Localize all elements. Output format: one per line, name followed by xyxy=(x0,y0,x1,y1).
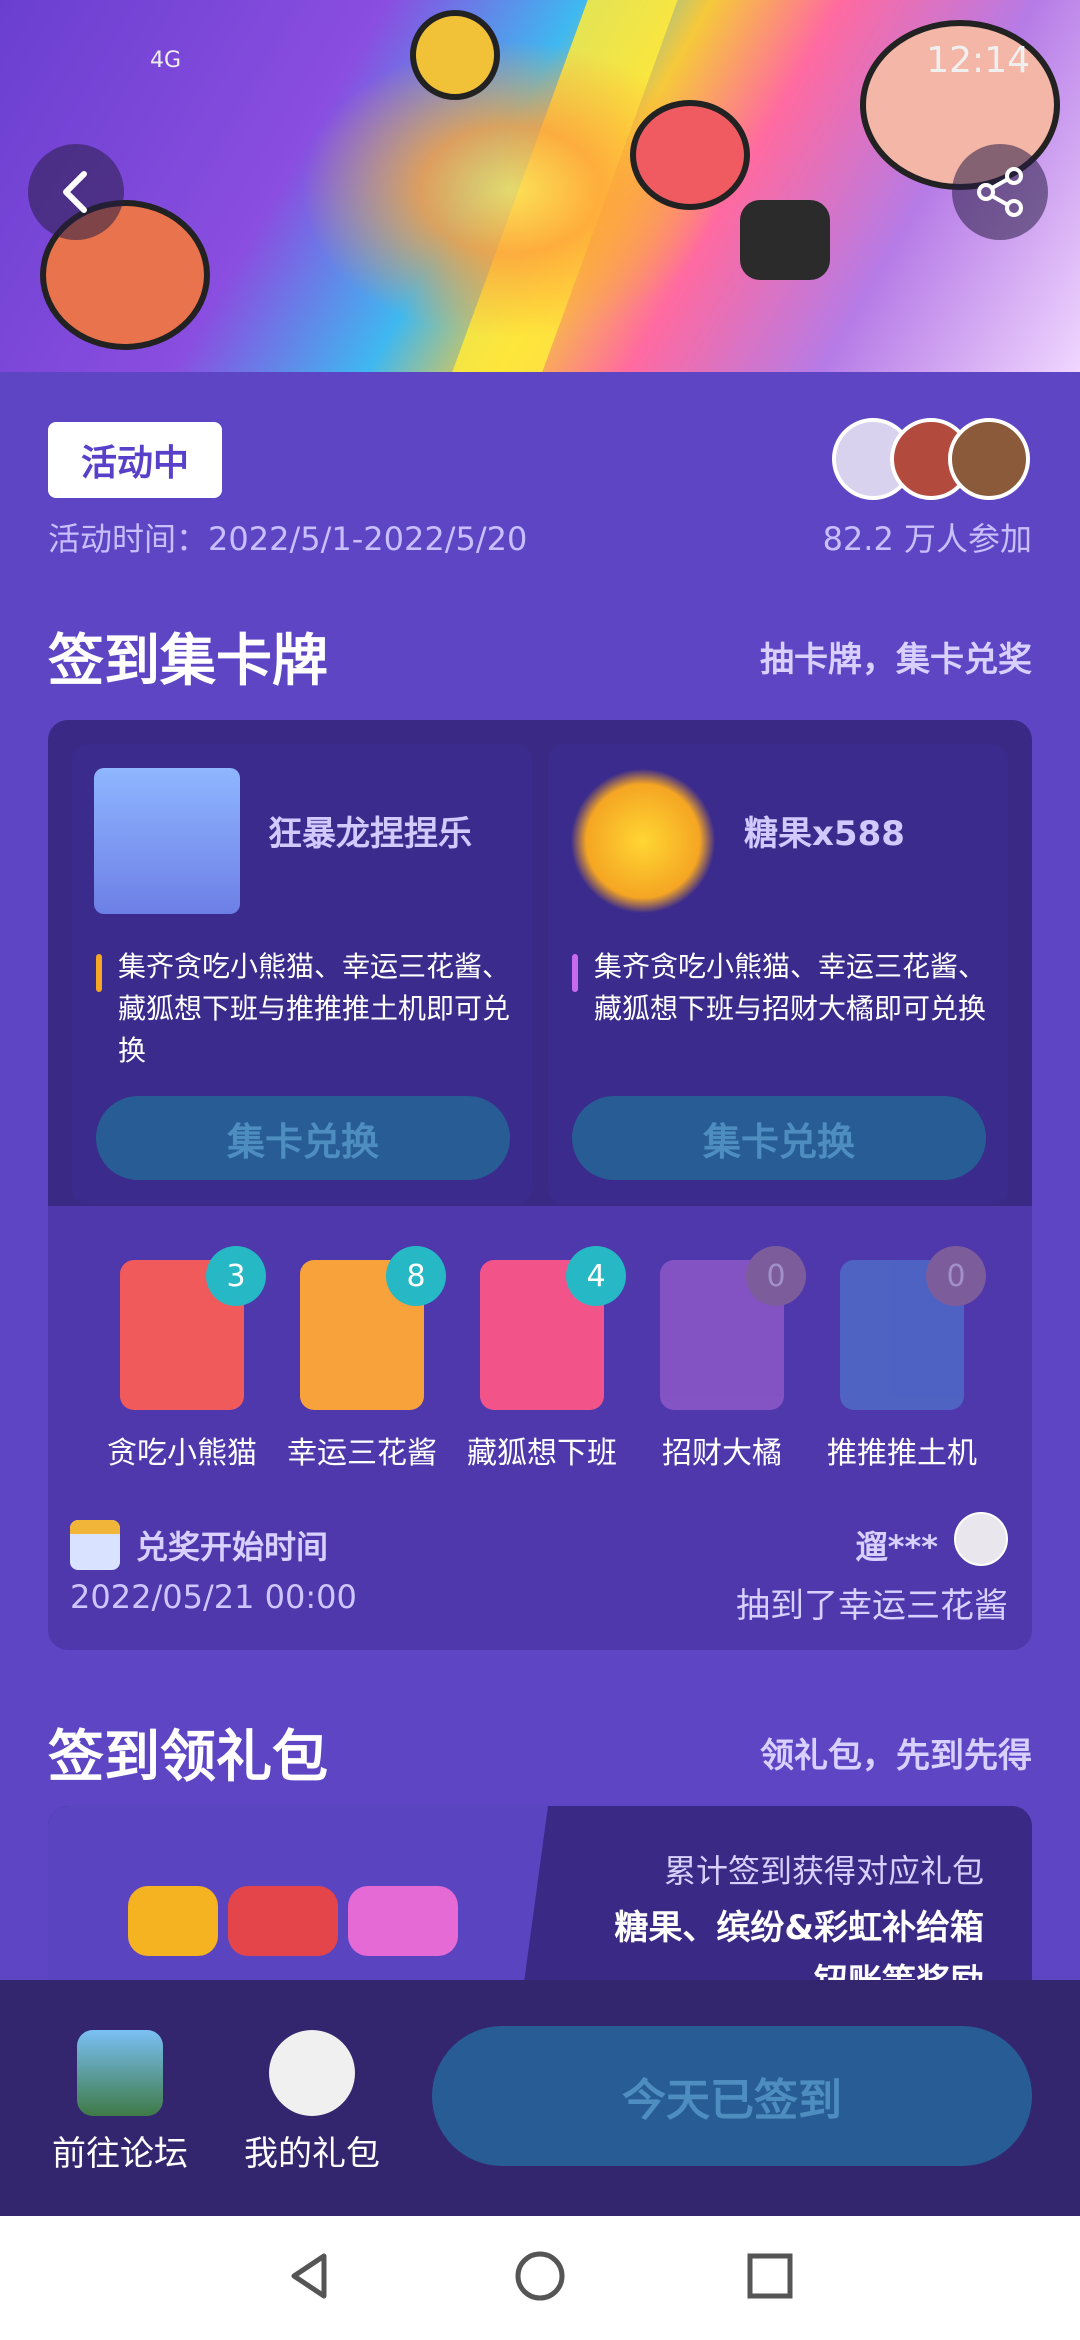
card-tibetan-fox[interactable]: 4 藏狐想下班 xyxy=(467,1246,626,1471)
calendar-icon xyxy=(70,1520,120,1570)
participant-avatars[interactable] xyxy=(832,418,1032,500)
reward-description: 集齐贪吃小熊猫、幸运三花酱、藏狐想下班与推推推土机即可兑换 xyxy=(118,950,511,1067)
bottom-action-bar: 前往论坛 我的礼包 今天已签到 xyxy=(0,1980,1080,2216)
share-button[interactable] xyxy=(952,144,1048,240)
checked-in-button[interactable]: 今天已签到 xyxy=(432,2026,1032,2166)
back-button[interactable] xyxy=(28,144,124,240)
reward-title: 糖果x588 xyxy=(744,814,905,854)
network-indicator: 4G xyxy=(150,48,182,73)
gift-bag-icon xyxy=(269,2030,355,2116)
activity-status-badge: 活动中 xyxy=(48,422,222,498)
reward-title: 狂暴龙捏捏乐 xyxy=(268,814,472,854)
redeem-button[interactable]: 集卡兑换 xyxy=(572,1096,986,1180)
my-gifts-link[interactable]: 我的礼包 xyxy=(232,2030,392,2175)
card-count-badge: 3 xyxy=(206,1246,266,1306)
card-count-badge: 0 xyxy=(746,1246,806,1306)
forum-label: 前往论坛 xyxy=(52,2134,188,2174)
card-label: 推推推土机 xyxy=(827,1436,977,1471)
card-label: 幸运三花酱 xyxy=(287,1436,437,1471)
card-bulldozer[interactable]: 0 推推推土机 xyxy=(827,1246,986,1471)
card-orange-cat[interactable]: 0 招财大橘 xyxy=(660,1246,806,1471)
clock: 12:14 xyxy=(926,40,1030,81)
redeem-button[interactable]: 集卡兑换 xyxy=(96,1096,510,1180)
card-calico-cat[interactable]: 8 幸运三花酱 xyxy=(287,1246,446,1471)
redeem-label: 兑奖开始时间 xyxy=(136,1528,329,1566)
dinosaur-toy-image xyxy=(94,768,240,914)
redeem-value: 2022/05/21 00:00 xyxy=(70,1578,357,1616)
nav-home-icon[interactable] xyxy=(508,2244,572,2308)
my-gifts-label: 我的礼包 xyxy=(244,2134,380,2174)
rainbow-box-icon xyxy=(348,1886,458,1956)
card-list: 3 贪吃小熊猫 8 幸运三花酱 4 藏狐想下班 0 招财大橘 0 推推推土机 xyxy=(48,1246,1032,1480)
card-image: 3 xyxy=(120,1246,266,1410)
activity-time: 活动时间：2022/5/1-2022/5/20 xyxy=(48,520,528,558)
card-red-panda[interactable]: 3 贪吃小熊猫 xyxy=(107,1246,266,1471)
candy-pile-image xyxy=(570,768,716,914)
share-icon xyxy=(977,167,1023,217)
section-subtitle-cards: 抽卡牌，集卡兑奖 xyxy=(760,640,1032,680)
section-subtitle-gifts: 领礼包，先到先得 xyxy=(760,1736,1032,1776)
computer-prop xyxy=(740,200,830,280)
gift-description: 累计签到获得对应礼包 xyxy=(663,1852,984,1890)
gift-items-text: 糖果、缤纷&彩虹补给箱 xyxy=(614,1908,984,1948)
card-image: 8 xyxy=(300,1246,446,1410)
winner-name: 遛*** xyxy=(855,1528,938,1566)
card-image: 4 xyxy=(480,1246,626,1410)
winner-message: 抽到了幸运三花酱 xyxy=(736,1586,1008,1626)
cat-character xyxy=(630,100,750,210)
card-count-badge: 0 xyxy=(926,1246,986,1306)
reward-candy: 糖果x588 集齐贪吃小熊猫、幸运三花酱、藏狐想下班与招财大橘即可兑换 集卡兑换 xyxy=(548,744,1008,1204)
avatar xyxy=(948,418,1030,500)
candy-icon xyxy=(128,1886,218,1956)
card-image: 0 xyxy=(840,1246,986,1410)
gift-items xyxy=(128,1886,468,1966)
status-bar: 4G 12:14 xyxy=(0,40,1080,90)
forum-link[interactable]: 前往论坛 xyxy=(40,2030,200,2175)
hero-banner: 4G 12:14 xyxy=(0,0,1080,372)
reward-description: 集齐贪吃小熊猫、幸运三花酱、藏狐想下班与招财大橘即可兑换 xyxy=(594,950,987,1025)
card-count-badge: 8 xyxy=(386,1246,446,1306)
reward-dinosaur: 狂暴龙捏捏乐 集齐贪吃小熊猫、幸运三花酱、藏狐想下班与推推推土机即可兑换 集卡兑… xyxy=(72,744,532,1204)
chevron-left-icon xyxy=(63,171,87,213)
rewards-area: 狂暴龙捏捏乐 集齐贪吃小熊猫、幸运三花酱、藏狐想下班与推推推土机即可兑换 集卡兑… xyxy=(48,720,1032,1206)
forum-icon xyxy=(77,2030,163,2116)
card-label: 贪吃小熊猫 xyxy=(107,1436,257,1471)
gift-pack-panel: 累计签到获得对应礼包 糖果、缤纷&彩虹补给箱 钮账等奖励 xyxy=(48,1806,1032,1990)
section-title-cards: 签到集卡牌 xyxy=(48,629,328,694)
system-navigation-bar xyxy=(0,2216,1080,2340)
card-image: 0 xyxy=(660,1246,806,1410)
accent-bar xyxy=(572,954,578,992)
card-count-badge: 4 xyxy=(566,1246,626,1306)
accent-bar xyxy=(96,954,102,992)
nav-back-icon[interactable] xyxy=(278,2244,342,2308)
card-label: 招财大橘 xyxy=(662,1436,782,1471)
avatar xyxy=(954,1512,1008,1566)
card-collection-panel: 狂暴龙捏捏乐 集齐贪吃小熊猫、幸运三花酱、藏狐想下班与推推推土机即可兑换 集卡兑… xyxy=(48,720,1032,1650)
nav-recents-icon[interactable] xyxy=(738,2244,802,2308)
supply-box-icon xyxy=(228,1886,338,1956)
section-title-gifts: 签到领礼包 xyxy=(48,1725,328,1790)
card-label: 藏狐想下班 xyxy=(467,1436,617,1471)
participant-count: 82.2 万人参加 xyxy=(822,520,1032,558)
